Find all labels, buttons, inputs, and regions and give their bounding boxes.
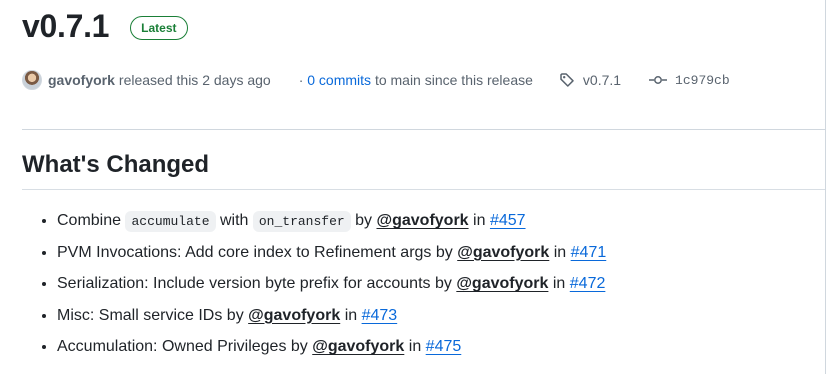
list-item: Accumulation: Owned Privileges by @gavof… [57,331,606,363]
tag-link[interactable]: v0.7.1 [559,72,621,88]
change-text: Serialization: Include version byte pref… [57,275,452,292]
commit-icon [649,72,668,88]
avatar[interactable] [22,70,42,90]
list-item: Combine accumulate with on_transfer by @… [57,205,606,237]
changes-list: Combine accumulate with on_transfer by @… [22,205,606,363]
commit-hash: 1c979cb [675,72,730,88]
change-text: Accumulation: Owned Privileges by [57,338,308,355]
list-item: Serialization: Include version byte pref… [57,268,606,300]
issue-link[interactable]: #472 [570,275,606,292]
issue-link[interactable]: #473 [362,307,398,324]
change-text: Misc: Small service IDs by [57,306,244,324]
mention-link[interactable]: @gavofyork [456,275,548,292]
code-on-transfer: on_transfer [252,211,351,232]
tag-label: v0.7.1 [582,72,622,88]
change-text: Combine [57,212,122,229]
change-text: in [408,338,422,355]
tag-icon [559,72,575,88]
change-text: in [344,306,358,324]
mention-link[interactable]: @gavofyork [312,338,404,355]
commits-info: · 0 commits to main since this release [299,72,533,88]
change-text: in [553,243,567,261]
change-text: by [355,212,373,229]
author-link[interactable]: gavofyork [48,72,115,88]
issue-link[interactable]: #471 [571,244,607,261]
release-meta: gavofyork released this 2 days ago · 0 c… [22,70,730,90]
whats-changed-heading: What's Changed [22,151,210,178]
commits-separator: · [298,72,304,88]
change-text: in [473,212,486,229]
issue-link[interactable]: #457 [490,212,526,229]
change-text: in [552,275,566,292]
heading-divider [22,189,825,190]
issue-link[interactable]: #475 [426,338,462,355]
mention-link[interactable]: @gavofyork [457,244,549,261]
commits-link[interactable]: 0 commits [307,72,371,88]
change-text: PVM Invocations: Add core index to Refin… [57,243,453,261]
release-title[interactable]: v0.7.1 [22,6,109,46]
commit-link[interactable]: 1c979cb [649,72,730,88]
release-header: v0.7.1 Latest [22,6,188,46]
mention-link[interactable]: @gavofyork [377,212,469,229]
release-panel: v0.7.1 Latest gavofyork released this 2 … [0,0,826,374]
list-item: Misc: Small service IDs by @gavofyork in… [57,300,606,332]
released-text: released this 2 days ago [118,72,271,88]
change-text: with [219,212,249,229]
code-accumulate: accumulate [125,211,216,232]
meta-divider [22,129,825,130]
mention-link[interactable]: @gavofyork [248,307,340,324]
commits-suffix: to main since this release [374,72,533,88]
list-item: PVM Invocations: Add core index to Refin… [57,237,606,269]
latest-badge: Latest [130,16,188,40]
